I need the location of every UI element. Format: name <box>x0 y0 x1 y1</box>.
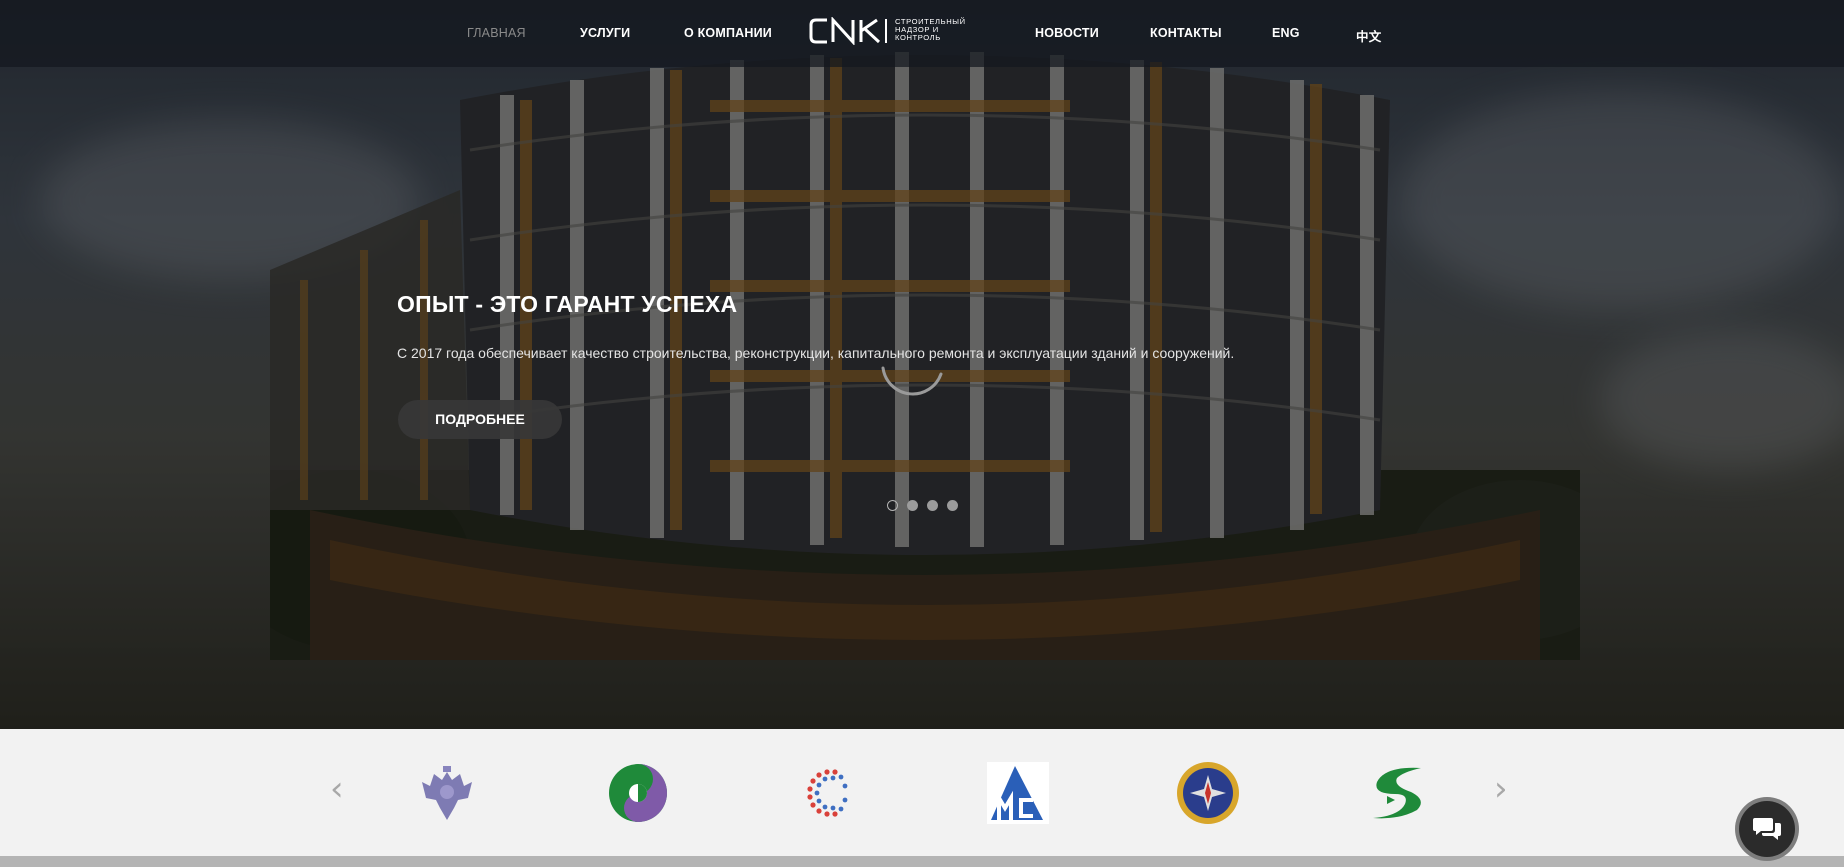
nav-item-chinese[interactable]: 中文 <box>1356 26 1381 45</box>
nav-item-home[interactable]: ГЛАВНАЯ <box>467 26 526 40</box>
carousel-next-arrow[interactable]: › <box>1494 772 1508 806</box>
slide-dot-4[interactable] <box>947 500 958 511</box>
hero-title: ОПЫТ - ЭТО ГАРАНТ УСПЕХА <box>397 291 738 317</box>
hero-slider: ОПЫТ - ЭТО ГАРАНТ УСПЕХА С 2017 года обе… <box>0 0 1844 729</box>
logo-mark-icon <box>809 17 887 45</box>
nav-item-contacts[interactable]: КОНТАКТЫ <box>1150 26 1222 40</box>
nav-item-about[interactable]: О КОМПАНИИ <box>684 26 772 40</box>
top-navigation: ГЛАВНАЯ УСЛУГИ О КОМПАНИИ СТРОИТЕЛЬНЫЙ Н… <box>0 0 1844 67</box>
hero-subtitle: С 2017 года обеспечивает качество строит… <box>397 345 1235 361</box>
carousel-prev-arrow[interactable]: ‹ <box>330 772 344 806</box>
logo-text: СТРОИТЕЛЬНЫЙ НАДЗОР И КОНТРОЛЬ <box>895 18 966 42</box>
slide-dot-1[interactable] <box>887 500 898 511</box>
chat-bubbles-icon <box>1753 818 1781 840</box>
green-purple-swirl-logo-icon[interactable] <box>605 760 671 826</box>
nav-item-services[interactable]: УСЛУГИ <box>580 26 630 40</box>
loading-spinner-icon <box>881 366 943 396</box>
chat-button-inner <box>1739 801 1795 857</box>
site-logo[interactable]: СТРОИТЕЛЬНЫЙ НАДЗОР И КОНТРОЛЬ <box>809 17 994 45</box>
dotted-c-logo-icon[interactable] <box>795 760 861 826</box>
mchs-emercom-emblem-icon[interactable] <box>1175 760 1241 826</box>
more-button[interactable]: ПОДРОБНЕЕ <box>398 400 562 439</box>
chat-widget-button[interactable] <box>1735 797 1799 861</box>
russian-eagle-emblem-icon[interactable] <box>414 760 480 826</box>
partners-carousel: ‹ › <box>0 729 1844 856</box>
ms-triangle-logo-icon[interactable] <box>985 760 1051 826</box>
slide-dot-2[interactable] <box>907 500 918 511</box>
nav-item-english[interactable]: ENG <box>1272 26 1300 40</box>
footer-strip <box>0 856 1844 867</box>
logo-line-3: КОНТРОЛЬ <box>895 33 941 42</box>
nav-item-news[interactable]: НОВОСТИ <box>1035 26 1099 40</box>
green-s-logo-icon[interactable] <box>1365 760 1431 826</box>
slide-dot-3[interactable] <box>927 500 938 511</box>
